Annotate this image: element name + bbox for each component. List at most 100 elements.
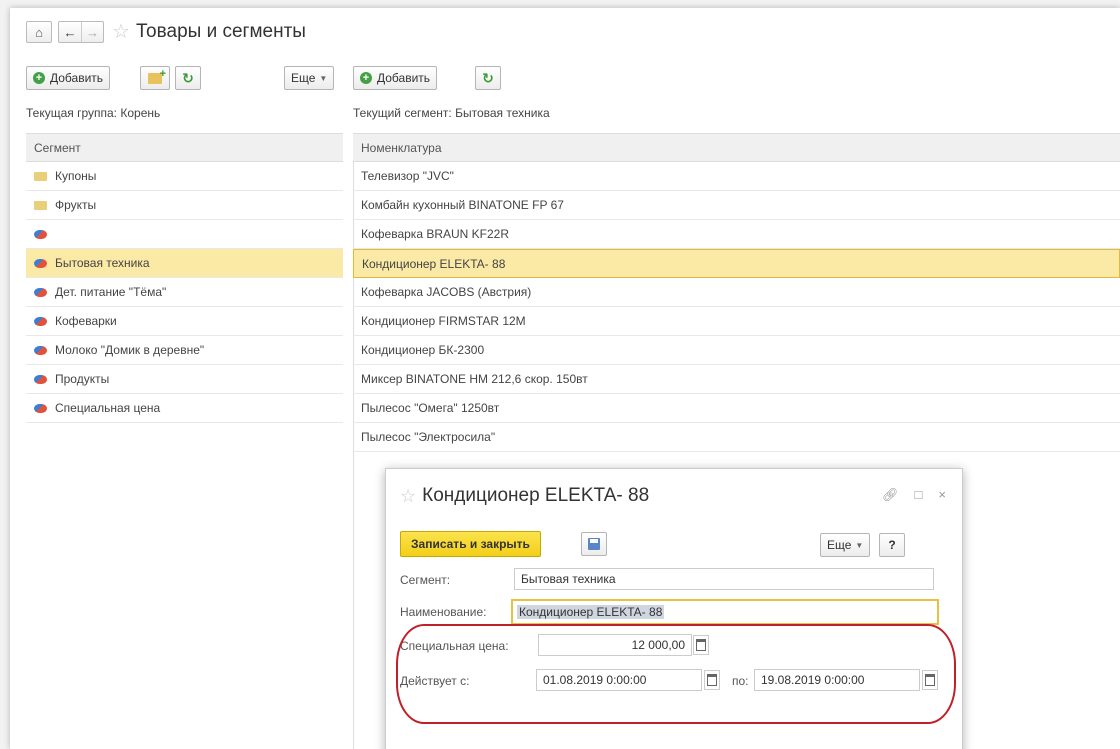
folder-icon — [34, 171, 47, 181]
segment-row[interactable]: Бытовая техника — [26, 249, 343, 278]
segment-row[interactable]: Купоны — [26, 162, 343, 191]
more-button[interactable]: Еще ▼ — [284, 66, 335, 90]
nomenclature-row[interactable]: Кондиционер ELEKTA- 88 — [353, 249, 1120, 278]
nomenclature-column-header[interactable]: Номенклатура — [353, 134, 1120, 162]
home-icon: ⌂ — [35, 24, 43, 40]
segment-row-label: Продукты — [55, 372, 110, 386]
segment-icon — [34, 287, 47, 297]
dialog-title: Кондиционер ELEKTA- 88 — [422, 485, 650, 506]
left-add-label: Добавить — [50, 71, 104, 85]
save-and-close-button[interactable]: Записать и закрыть — [400, 531, 541, 557]
segment-icon — [34, 229, 47, 239]
calendar-icon[interactable] — [704, 670, 720, 690]
nomenclature-row-label: Кофеварка JACOBS (Австрия) — [361, 285, 532, 299]
home-button[interactable]: ⌂ — [26, 21, 52, 43]
segment-row[interactable]: Кофеварки — [26, 307, 343, 336]
nomenclature-row[interactable]: Кондиционер БК-2300 — [353, 336, 1120, 365]
segment-row[interactable]: Молоко "Домик в деревне" — [26, 336, 343, 365]
nomenclature-row[interactable]: Кофеварка JACOBS (Австрия) — [353, 278, 1120, 307]
segment-column-header[interactable]: Сегмент — [26, 134, 343, 162]
segment-field-label: Сегмент: — [400, 573, 451, 587]
favorite-star-icon[interactable]: ☆ — [400, 487, 416, 505]
plus-circle-icon: + — [360, 72, 372, 84]
item-dialog: ☆ Кондиционер ELEKTA- 88 🔗︎ □ × Записать… — [385, 468, 963, 749]
close-icon[interactable]: × — [938, 487, 946, 503]
segment-list: Сегмент Купоны Фрукты Бытовая техника Дет. … — [26, 133, 343, 423]
valid-to-label: по: — [732, 674, 749, 688]
valid-from-field[interactable]: 01.08.2019 0:00:00 — [536, 669, 702, 691]
nomenclature-row-label: Комбайн кухонный BINATONE FP 67 — [361, 198, 564, 212]
left-refresh-button[interactable]: ↻ — [175, 66, 201, 90]
current-segment-label: Текущий сегмент: — [353, 106, 452, 120]
nomenclature-row[interactable]: Кофеварка BRAUN KF22R — [353, 220, 1120, 249]
add-group-button[interactable] — [140, 66, 170, 90]
segment-field[interactable]: Бытовая техника — [514, 568, 934, 590]
plus-circle-icon: + — [33, 72, 45, 84]
right-refresh-button[interactable]: ↻ — [475, 66, 501, 90]
segment-row[interactable]: Дет. питание "Тёма" — [26, 278, 343, 307]
valid-to-field[interactable]: 19.08.2019 0:00:00 — [754, 669, 920, 691]
segment-row-label: Специальная цена — [55, 401, 161, 415]
arrow-right-icon: → — [86, 24, 99, 40]
chevron-down-icon: ▼ — [319, 73, 328, 83]
folder-icon — [34, 200, 47, 210]
back-button[interactable]: ← — [59, 22, 81, 42]
segment-row[interactable]: Специальная цена — [26, 394, 343, 423]
forward-button[interactable]: → — [81, 22, 103, 42]
segment-row-label: Бытовая техника — [55, 256, 150, 270]
segment-row-label: Фрукты — [55, 198, 97, 212]
title-bar: ⌂ ← → ☆ Товары и сегменты — [26, 20, 306, 44]
more-label: Еще — [291, 71, 316, 85]
segment-row-label: Молоко "Домик в деревне" — [55, 343, 205, 357]
right-add-button[interactable]: + Добавить — [353, 66, 438, 90]
segment-icon — [34, 345, 47, 355]
dialog-title-bar: ☆ Кондиционер ELEKTA- 88 — [400, 485, 649, 507]
nomenclature-row[interactable]: Миксер BINATONE HM 212,6 скор. 150вт — [353, 365, 1120, 394]
right-add-label: Добавить — [377, 71, 431, 85]
nomenclature-row-label: Телевизор "JVC" — [361, 169, 454, 183]
calendar-icon[interactable] — [922, 670, 938, 690]
segment-icon — [34, 258, 47, 268]
nomenclature-row-label: Пылесос "Электросила" — [361, 430, 496, 444]
app-window: ⌂ ← → ☆ Товары и сегменты + Добавить ↻ Е… — [10, 8, 1120, 749]
nomenclature-row[interactable]: Пылесос "Электросила" — [353, 423, 1120, 452]
current-group: Текущая группа: Корень — [26, 106, 160, 120]
segment-row[interactable] — [26, 220, 343, 249]
nomenclature-row[interactable]: Кондиционер FIRMSTAR 12M — [353, 307, 1120, 336]
segment-icon — [34, 374, 47, 384]
maximize-icon[interactable]: □ — [915, 487, 923, 503]
calculator-icon[interactable] — [693, 635, 709, 655]
segment-row[interactable]: Продукты — [26, 365, 343, 394]
folder-add-icon — [148, 68, 166, 84]
help-button[interactable]: ? — [879, 533, 905, 557]
name-field-value: Кондиционер ELEKTA- 88 — [517, 605, 665, 619]
nomenclature-row[interactable]: Телевизор "JVC" — [353, 162, 1120, 191]
special-price-label: Специальная цена: — [400, 639, 509, 653]
nomenclature-row-label: Кондиционер БК-2300 — [361, 343, 485, 357]
nomenclature-row-label: Кондиционер ELEKTA- 88 — [362, 256, 506, 271]
nomenclature-row-label: Кондиционер FIRMSTAR 12M — [361, 314, 526, 328]
segment-icon — [34, 403, 47, 413]
nomenclature-row-label: Миксер BINATONE HM 212,6 скор. 150вт — [361, 372, 588, 386]
nomenclature-row[interactable]: Пылесос "Омега" 1250вт — [353, 394, 1120, 423]
segment-row[interactable]: Фрукты — [26, 191, 343, 220]
page-title: Товары и сегменты — [135, 21, 306, 42]
valid-from-label: Действует с: — [400, 674, 470, 688]
refresh-icon: ↻ — [182, 69, 194, 86]
dialog-more-button[interactable]: Еще ▼ — [820, 533, 871, 557]
history-nav: ← → — [58, 21, 104, 43]
special-price-field[interactable]: 12 000,00 — [538, 634, 692, 656]
name-field[interactable]: Кондиционер ELEKTA- 88 — [511, 599, 939, 625]
link-icon[interactable]: 🔗︎ — [882, 487, 899, 503]
nomenclature-row[interactable]: Комбайн кухонный BINATONE FP 67 — [353, 191, 1120, 220]
segment-row-label: Дет. питание "Тёма" — [55, 285, 167, 299]
window-controls: 🔗︎ □ × — [882, 487, 946, 503]
favorite-star-icon[interactable]: ☆ — [112, 22, 130, 42]
nomenclature-row-label: Пылесос "Омега" 1250вт — [361, 401, 500, 415]
left-add-button[interactable]: + Добавить — [26, 66, 111, 90]
dialog-more-label: Еще — [827, 538, 852, 552]
nomenclature-list: Номенклатура Телевизор "JVC" Комбайн кухо… — [353, 133, 1120, 452]
arrow-left-icon: ← — [63, 24, 77, 40]
segment-icon — [34, 316, 47, 326]
save-button[interactable] — [581, 532, 607, 556]
